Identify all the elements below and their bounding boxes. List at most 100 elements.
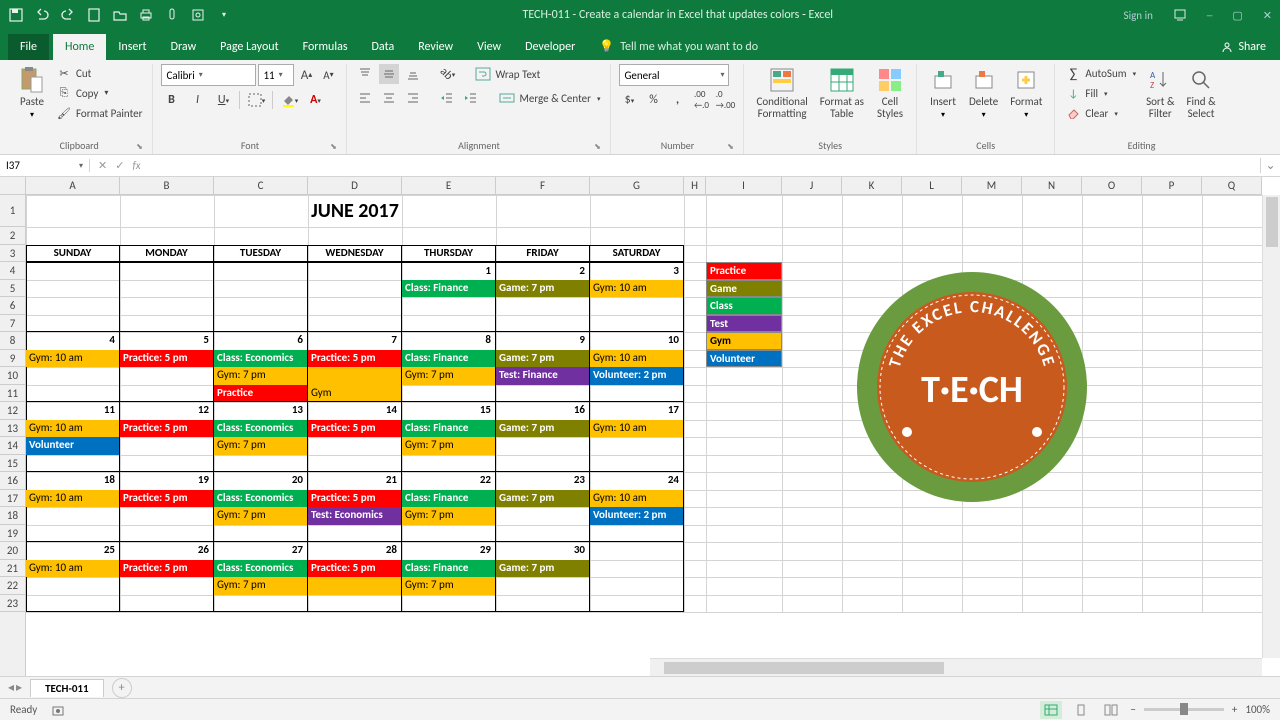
format-cells-button[interactable]: Format▾ xyxy=(1006,64,1046,122)
tab-view[interactable]: View xyxy=(465,34,513,60)
col-header[interactable]: G xyxy=(590,177,684,194)
row-header[interactable]: 22 xyxy=(0,577,25,595)
row-header[interactable]: 4 xyxy=(0,262,25,280)
column-headers[interactable]: ABCDEFGHIJKLMNOPQ xyxy=(26,177,1262,195)
tab-data[interactable]: Data xyxy=(360,34,407,60)
row-header[interactable]: 17 xyxy=(0,490,25,508)
zoom-out-icon[interactable]: − xyxy=(1130,703,1135,716)
event-cell[interactable] xyxy=(120,577,214,595)
worksheet[interactable]: ABCDEFGHIJKLMNOPQ 1234567891011121314151… xyxy=(0,177,1280,676)
event-cell[interactable]: Class: Economics xyxy=(214,560,308,578)
bold-button[interactable]: B xyxy=(161,90,181,110)
event-cell[interactable] xyxy=(26,525,120,543)
decrease-indent-icon[interactable] xyxy=(437,88,457,108)
day-header[interactable]: TUESDAY xyxy=(214,245,308,263)
event-cell[interactable]: Gym: 10 am xyxy=(26,490,120,508)
date-cell[interactable]: 21 xyxy=(308,472,402,490)
event-cell[interactable]: Gym: 10 am xyxy=(26,350,120,368)
date-cell[interactable]: 6 xyxy=(214,332,308,350)
calendar-title[interactable]: JUNE 2017 xyxy=(26,195,684,227)
macro-record-icon[interactable] xyxy=(51,703,65,717)
merge-center-button[interactable]: Merge & Center▾ xyxy=(497,89,602,107)
new-icon[interactable] xyxy=(86,7,102,23)
row-header[interactable]: 5 xyxy=(0,280,25,298)
event-cell[interactable] xyxy=(590,595,684,613)
event-cell[interactable]: Gym: 7 pm xyxy=(214,367,308,385)
event-cell[interactable]: Game: 7 pm xyxy=(496,420,590,438)
fill-color-button[interactable]: ▾ xyxy=(279,90,299,110)
event-cell[interactable] xyxy=(120,315,214,333)
col-header[interactable]: O xyxy=(1082,177,1142,194)
date-cell[interactable]: 19 xyxy=(120,472,214,490)
qat-dropdown-icon[interactable]: ▾ xyxy=(216,7,232,23)
wrap-text-button[interactable]: Wrap Text xyxy=(473,65,542,83)
event-cell[interactable] xyxy=(590,437,684,455)
underline-button[interactable]: U▾ xyxy=(213,90,233,110)
tab-developer[interactable]: Developer xyxy=(513,34,587,60)
event-cell[interactable] xyxy=(308,525,402,543)
borders-button[interactable]: ▾ xyxy=(246,90,266,110)
minimize-icon[interactable]: ─ xyxy=(1207,9,1213,22)
date-cell[interactable]: 27 xyxy=(214,542,308,560)
zoom-slider[interactable] xyxy=(1144,708,1224,711)
col-header[interactable]: J xyxy=(782,177,842,194)
page-break-view-icon[interactable] xyxy=(1100,701,1122,719)
cell-styles-button[interactable]: Cell Styles xyxy=(872,64,908,122)
event-cell[interactable] xyxy=(214,455,308,473)
col-header[interactable]: D xyxy=(308,177,402,194)
event-cell[interactable]: Gym: 7 pm xyxy=(214,507,308,525)
tab-home[interactable]: Home xyxy=(53,34,106,60)
copy-button[interactable]: ⎘Copy▾ xyxy=(54,84,144,102)
event-cell[interactable]: Gym: 7 pm xyxy=(214,577,308,595)
date-cell[interactable]: 11 xyxy=(26,402,120,420)
event-cell[interactable]: Practice: 5 pm xyxy=(308,420,402,438)
increase-decimal-icon[interactable]: .00←.0 xyxy=(691,90,711,110)
row-header[interactable]: 3 xyxy=(0,245,25,263)
event-cell[interactable] xyxy=(26,577,120,595)
event-cell[interactable] xyxy=(214,315,308,333)
row-header[interactable]: 9 xyxy=(0,350,25,368)
legend-item[interactable]: Practice xyxy=(706,262,782,280)
event-cell[interactable] xyxy=(308,367,402,385)
event-cell[interactable] xyxy=(120,280,214,298)
col-header[interactable]: M xyxy=(962,177,1022,194)
date-cell[interactable]: 18 xyxy=(26,472,120,490)
event-cell[interactable] xyxy=(120,595,214,613)
date-cell[interactable]: 25 xyxy=(26,542,120,560)
zoom-level[interactable]: 100% xyxy=(1245,703,1270,716)
touch-icon[interactable] xyxy=(164,7,180,23)
date-cell[interactable] xyxy=(308,262,402,280)
date-cell[interactable]: 4 xyxy=(26,332,120,350)
date-cell[interactable]: 16 xyxy=(496,402,590,420)
row-header[interactable]: 13 xyxy=(0,420,25,438)
date-cell[interactable]: 9 xyxy=(496,332,590,350)
event-cell[interactable]: Gym: 7 pm xyxy=(402,577,496,595)
date-cell[interactable] xyxy=(590,542,684,560)
event-cell[interactable]: Gym: 7 pm xyxy=(214,437,308,455)
legend-item[interactable]: Game xyxy=(706,280,782,298)
event-cell[interactable]: Class: Economics xyxy=(214,490,308,508)
event-cell[interactable] xyxy=(496,577,590,595)
select-all-corner[interactable] xyxy=(0,177,26,195)
event-cell[interactable] xyxy=(26,385,120,403)
date-cell[interactable]: 12 xyxy=(120,402,214,420)
fill-button[interactable]: ↓Fill▾ xyxy=(1063,84,1138,102)
event-cell[interactable] xyxy=(496,385,590,403)
event-cell[interactable]: Test: Economics xyxy=(308,507,402,525)
comma-button[interactable]: , xyxy=(667,90,687,110)
increase-font-icon[interactable]: A▴ xyxy=(296,65,316,85)
page-layout-view-icon[interactable] xyxy=(1070,701,1092,719)
align-top-icon[interactable] xyxy=(355,64,375,84)
event-cell[interactable] xyxy=(214,525,308,543)
event-cell[interactable]: Practice: 5 pm xyxy=(308,560,402,578)
event-cell[interactable] xyxy=(590,455,684,473)
event-cell[interactable]: Practice: 5 pm xyxy=(120,350,214,368)
event-cell[interactable]: Class: Finance xyxy=(402,490,496,508)
vertical-scrollbar[interactable] xyxy=(1262,195,1280,658)
day-header[interactable]: WEDNESDAY xyxy=(308,245,402,263)
col-header[interactable]: F xyxy=(496,177,590,194)
sort-filter-button[interactable]: AZSort & Filter xyxy=(1142,64,1178,122)
event-cell[interactable] xyxy=(496,455,590,473)
event-cell[interactable]: Practice: 5 pm xyxy=(120,490,214,508)
event-cell[interactable] xyxy=(402,385,496,403)
